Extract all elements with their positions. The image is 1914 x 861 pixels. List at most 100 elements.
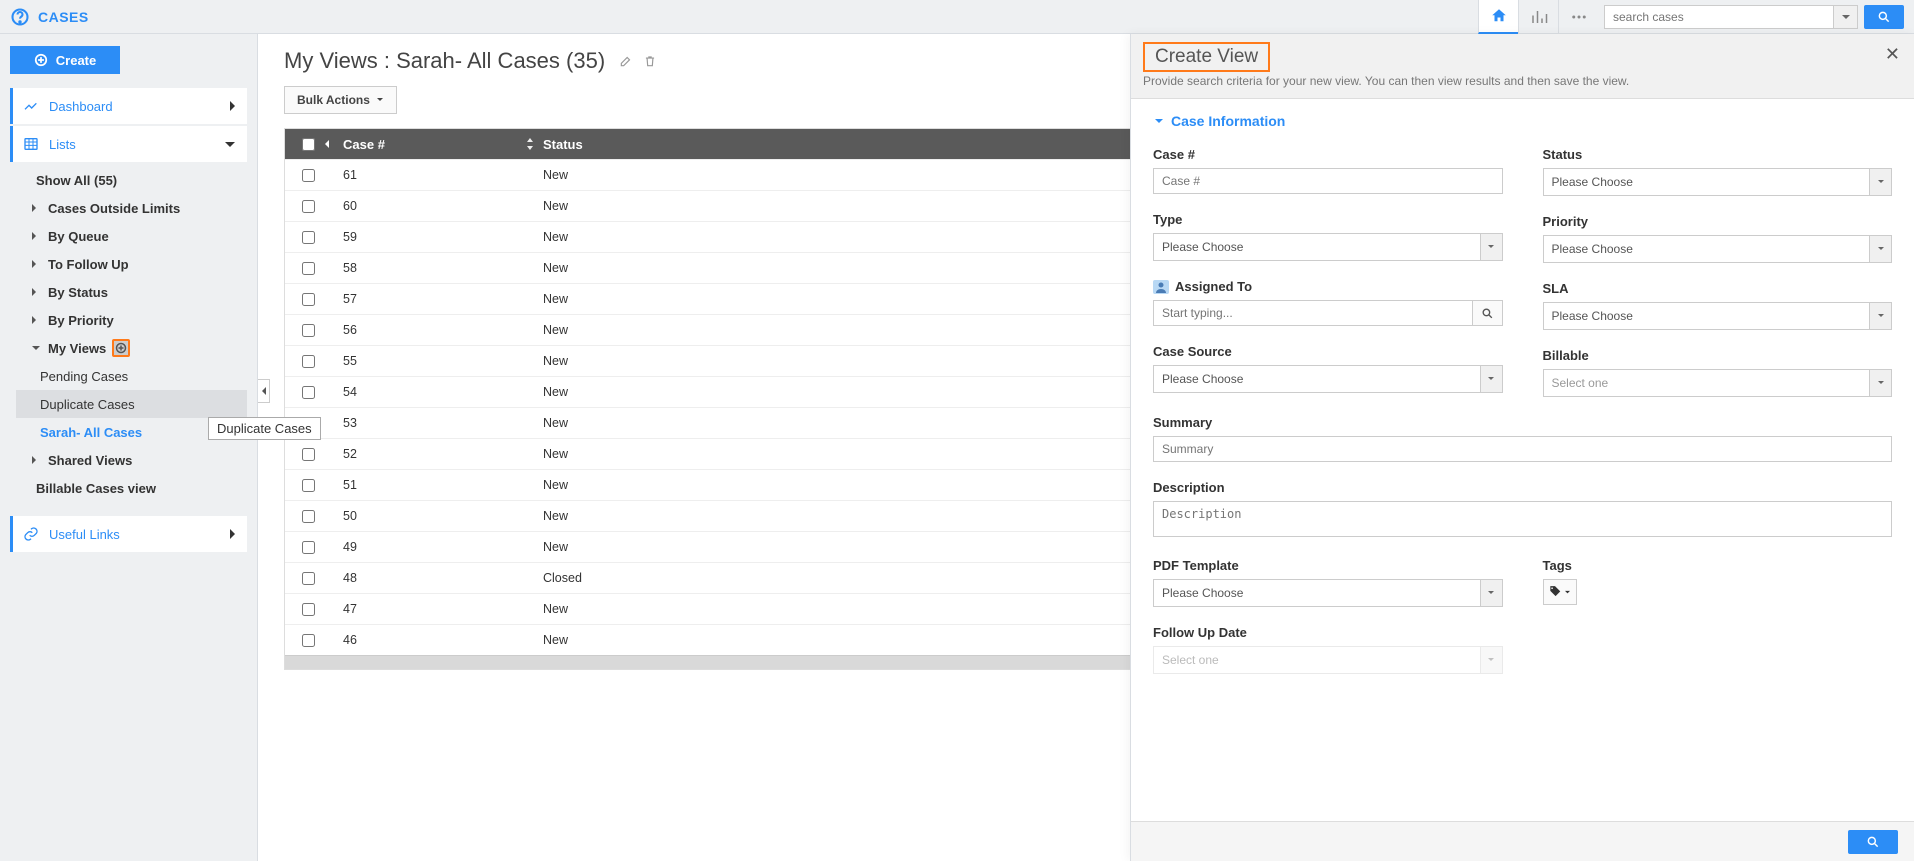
search-input[interactable] (1604, 5, 1834, 29)
nav-lists[interactable]: Lists (10, 126, 247, 162)
tags-button[interactable] (1543, 579, 1577, 605)
field-sla: SLA Please Choose (1543, 281, 1893, 330)
case-no-input[interactable] (1153, 168, 1503, 194)
home-button[interactable] (1478, 0, 1518, 34)
cell-case: 54 (343, 385, 543, 399)
field-tags: Tags (1543, 558, 1893, 605)
row-checkbox[interactable] (302, 262, 315, 275)
create-button[interactable]: Create (10, 46, 120, 74)
trash-icon[interactable] (643, 54, 657, 68)
prev-col-icon[interactable] (323, 138, 343, 150)
brand-icon (10, 7, 30, 27)
row-checkbox[interactable] (302, 293, 315, 306)
nav-by-priority[interactable]: By Priority (16, 306, 247, 334)
pdf-select[interactable]: Please Choose (1153, 579, 1503, 607)
nav-lists-label: Lists (49, 137, 76, 152)
row-checkbox[interactable] (302, 386, 315, 399)
cell-case: 56 (343, 323, 543, 337)
row-checkbox[interactable] (302, 169, 315, 182)
sort-icon[interactable] (525, 137, 535, 151)
nav-duplicate-cases[interactable]: Duplicate Cases (16, 390, 247, 418)
nav-follow-up[interactable]: To Follow Up (16, 250, 247, 278)
charts-button[interactable] (1518, 0, 1558, 34)
cell-case: 46 (343, 633, 543, 647)
source-select[interactable]: Please Choose (1153, 365, 1503, 393)
cell-case: 55 (343, 354, 543, 368)
row-checkbox[interactable] (302, 541, 315, 554)
description-input[interactable] (1153, 501, 1892, 537)
row-checkbox[interactable] (302, 634, 315, 647)
row-checkbox[interactable] (302, 479, 315, 492)
sidebar: Create Dashboard Lists Show All (55) Cas… (0, 34, 258, 861)
followup-select[interactable]: Select one (1153, 646, 1503, 674)
row-checkbox[interactable] (302, 231, 315, 244)
bulk-actions-button[interactable]: Bulk Actions (284, 86, 397, 114)
sla-select[interactable]: Please Choose (1543, 302, 1893, 330)
search-button[interactable] (1864, 5, 1904, 29)
nav-dashboard-label: Dashboard (49, 99, 113, 114)
field-assigned: Assigned To (1153, 279, 1503, 326)
nav-tree: Show All (55) Cases Outside Limits By Qu… (10, 166, 247, 502)
field-followup: Follow Up Date Select one (1153, 625, 1503, 674)
panel-footer (1131, 821, 1914, 861)
col-status-label: Status (543, 137, 583, 152)
row-checkbox[interactable] (302, 448, 315, 461)
priority-select[interactable]: Please Choose (1543, 235, 1893, 263)
global-search (1604, 5, 1904, 29)
cell-case: 61 (343, 168, 543, 182)
panel-body: Case Information Case # Type Please Choo… (1131, 99, 1914, 821)
field-pdf: PDF Template Please Choose (1153, 558, 1503, 607)
nav-by-queue[interactable]: By Queue (16, 222, 247, 250)
create-view-panel: Create View Provide search criteria for … (1130, 34, 1914, 861)
add-view-button[interactable] (112, 339, 130, 357)
col-case-label: Case # (343, 137, 385, 152)
field-billable: Billable Select one (1543, 348, 1893, 397)
col-case[interactable]: Case # (343, 137, 543, 152)
row-checkbox[interactable] (302, 324, 315, 337)
field-case-no: Case # (1153, 147, 1503, 194)
assigned-search-button[interactable] (1473, 300, 1503, 326)
row-checkbox[interactable] (302, 355, 315, 368)
close-icon[interactable]: ✕ (1885, 44, 1900, 65)
select-all-checkbox[interactable] (302, 138, 315, 151)
nav-billable-view[interactable]: Billable Cases view (16, 474, 247, 502)
person-icon (1153, 280, 1169, 294)
billable-select[interactable]: Select one (1543, 369, 1893, 397)
row-checkbox[interactable] (302, 603, 315, 616)
cell-case: 58 (343, 261, 543, 275)
nav-pending-cases[interactable]: Pending Cases (16, 362, 247, 390)
panel-header: Create View Provide search criteria for … (1131, 34, 1914, 99)
cell-case: 53 (343, 416, 543, 430)
nav-dashboard[interactable]: Dashboard (10, 88, 247, 124)
status-select[interactable]: Please Choose (1543, 168, 1893, 196)
row-checkbox[interactable] (302, 572, 315, 585)
nav-shared-views[interactable]: Shared Views (16, 446, 247, 474)
field-status: Status Please Choose (1543, 147, 1893, 196)
assigned-input[interactable] (1153, 300, 1473, 326)
brand-text: CASES (38, 9, 89, 25)
search-dropdown[interactable] (1834, 5, 1858, 29)
summary-input[interactable] (1153, 436, 1892, 462)
row-checkbox[interactable] (302, 510, 315, 523)
chevron-right-icon (227, 99, 237, 113)
nav-useful-links[interactable]: Useful Links (10, 516, 247, 552)
field-type: Type Please Choose (1153, 212, 1503, 261)
cell-case: 59 (343, 230, 543, 244)
nav-cases-outside[interactable]: Cases Outside Limits (16, 194, 247, 222)
section-case-info[interactable]: Case Information (1153, 113, 1892, 129)
more-button[interactable] (1558, 0, 1598, 34)
type-select[interactable]: Please Choose (1153, 233, 1503, 261)
nav-by-status[interactable]: By Status (16, 278, 247, 306)
field-description: Description (1153, 480, 1892, 540)
nav-show-all[interactable]: Show All (55) (16, 166, 247, 194)
nav-my-views[interactable]: My Views (16, 334, 247, 362)
panel-search-button[interactable] (1848, 830, 1898, 854)
tooltip: Duplicate Cases (208, 417, 321, 440)
topbar-right (1478, 0, 1904, 34)
cell-case: 50 (343, 509, 543, 523)
edit-icon[interactable] (619, 54, 633, 68)
sidebar-collapse[interactable] (258, 379, 270, 403)
row-checkbox[interactable] (302, 200, 315, 213)
cell-case: 60 (343, 199, 543, 213)
brand: CASES (10, 7, 89, 27)
